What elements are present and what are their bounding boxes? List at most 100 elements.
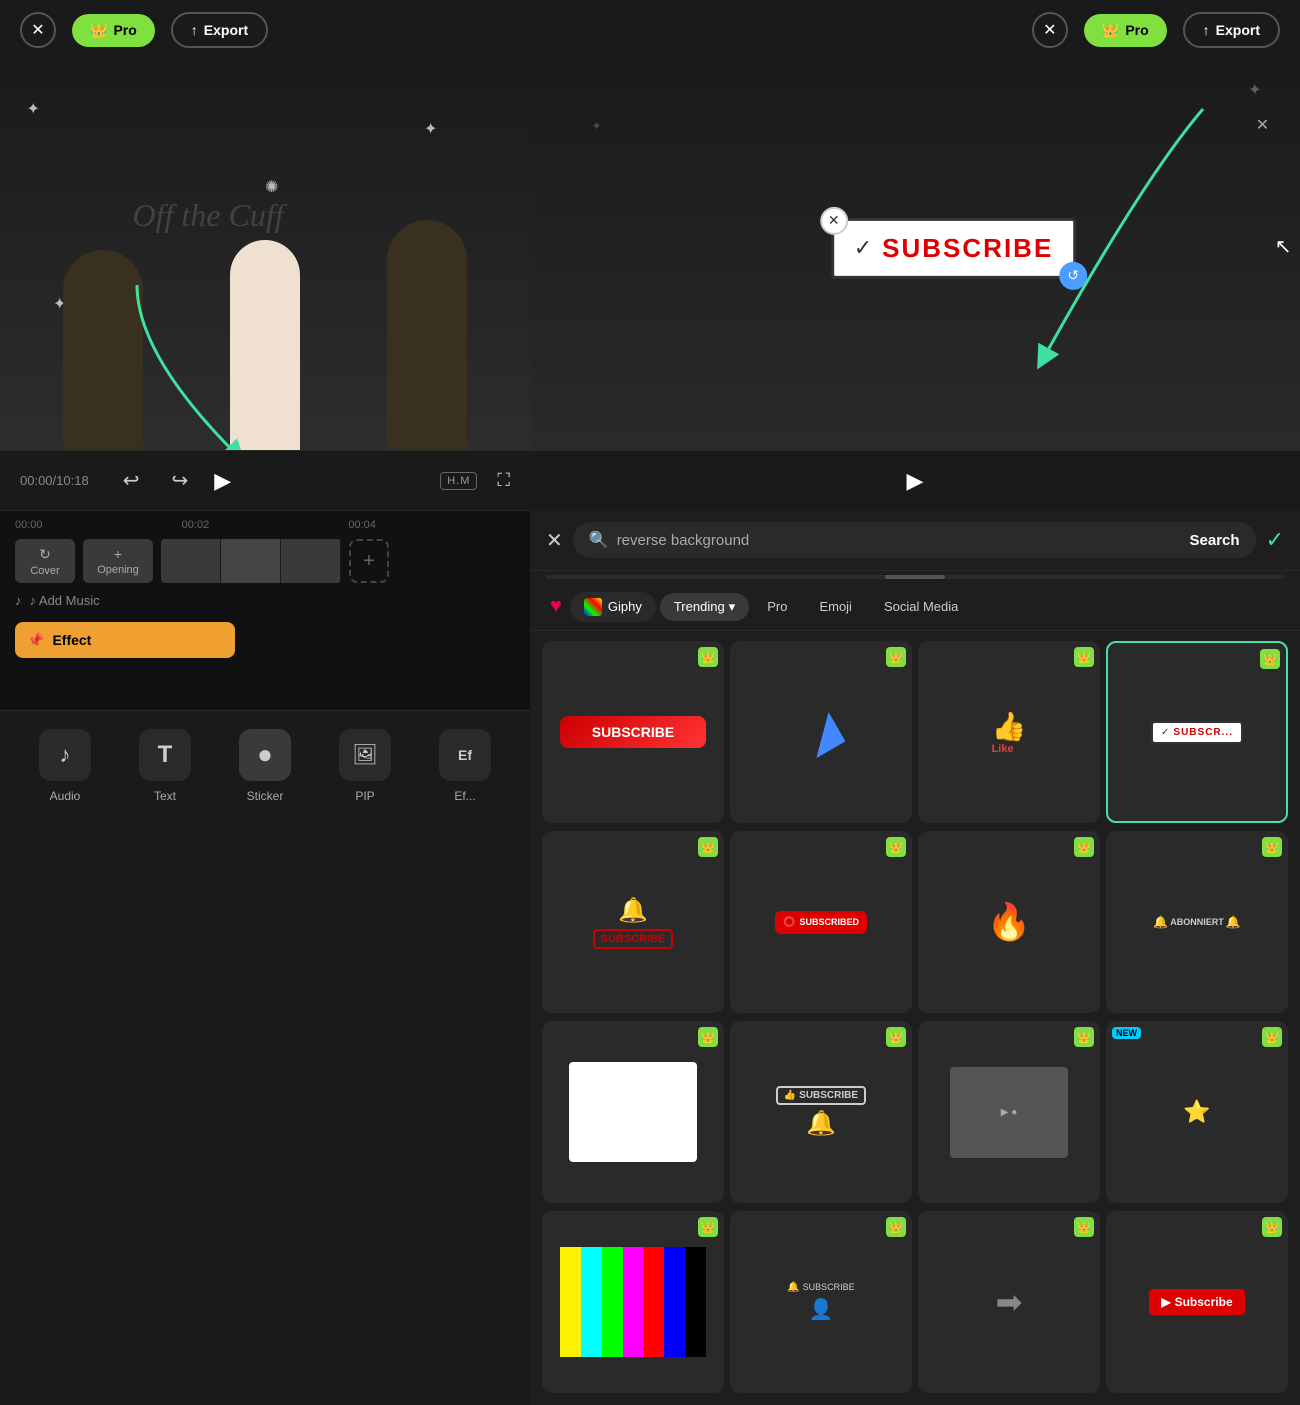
bar-magenta (623, 1247, 644, 1356)
sticker-item-bell[interactable]: 🔔 SUBSCRIBE 👑 (542, 831, 724, 1013)
tool-sticker[interactable]: ● Sticker (230, 729, 300, 803)
sticker-item-subscribe-btn[interactable]: ▶Subscribe 👑 (1106, 1211, 1288, 1393)
cover-clip[interactable]: ↻ Cover (15, 539, 75, 583)
trending-chevron: ▾ (729, 599, 736, 615)
giphy-label: Giphy (608, 599, 642, 614)
sticker-item-colorbars[interactable]: 👑 (542, 1211, 724, 1393)
top-bar-left: ✕ 👑 Pro ↑ Export (20, 12, 1016, 48)
controls-bar-right: ▶ (530, 450, 1300, 510)
effect-tool-icon: Ef (439, 729, 491, 781)
main-area: ✦ ✦ ✦ ✦ ✺ Off the Cuff (0, 60, 1300, 1405)
sticker-colorbar-content (560, 1247, 706, 1356)
export-label-right: Export (1216, 22, 1260, 38)
sticker-icon: ● (239, 729, 291, 781)
bar-cyan (581, 1247, 602, 1356)
pro-button-left[interactable]: 👑 Pro (72, 14, 155, 47)
subscribe-resize-handle[interactable]: ↺ (1059, 262, 1087, 290)
undo-button[interactable]: ↩ (117, 462, 146, 499)
sticker-subscribe-outline-content: ✓ SUBSCR... (1151, 721, 1243, 744)
sticker-bell-content: 🔔 SUBSCRIBE (593, 896, 674, 949)
cursor-arrow: ↖ (1275, 234, 1292, 259)
timeline-ruler: 00:00 00:02 00:04 (0, 519, 530, 531)
sticker-item-like[interactable]: 👍 Like 👑 (918, 641, 1100, 823)
effect-track[interactable]: 📌 Effect (15, 622, 235, 658)
sticker-item-person[interactable]: 🔔 SUBSCRIBE 👤 👑 (730, 1211, 912, 1393)
sticker-panel: ✕ 🔍 Search ✓ ♥ Giphy Tr (530, 510, 1300, 1405)
sticker-item-new[interactable]: NEW ⭐ 👑 (1106, 1021, 1288, 1203)
trending-tab[interactable]: Trending ▾ (660, 593, 749, 621)
bar-blue (664, 1247, 685, 1356)
add-music-label: ♪ Add Music (30, 593, 100, 608)
text-icon: T (139, 729, 191, 781)
giphy-tab[interactable]: Giphy (570, 592, 656, 622)
social-media-tab[interactable]: Social Media (870, 593, 972, 620)
sticker-item-ring[interactable]: 👍 SUBSCRIBE 🔔 👑 (730, 1021, 912, 1203)
sticker-item-abonniert[interactable]: 🔔 ABONNIERT 🔔 👑 (1106, 831, 1288, 1013)
tool-text[interactable]: T Text (130, 729, 200, 803)
subscribe-close-button[interactable]: ✕ (820, 207, 848, 235)
close-button-right[interactable]: ✕ (1032, 12, 1068, 48)
pro-icon-left: 👑 (90, 22, 107, 39)
close-search-button[interactable]: ✕ (546, 528, 563, 553)
controls-bar-left: 00:00/10:18 ↩ ↪ ▶ H.M ⛶ (0, 450, 530, 510)
effect-track-row: 📌 Effect (15, 618, 515, 662)
search-input[interactable] (617, 532, 1182, 549)
play-button-left[interactable]: ▶ (214, 468, 231, 494)
bar-black (685, 1247, 706, 1356)
favorites-tab[interactable]: ♥ (546, 591, 566, 622)
timeline-area: 00:00 00:02 00:04 ↻ Cover + Opening (0, 510, 530, 710)
export-button-right[interactable]: ↑ Export (1183, 12, 1280, 48)
tool-audio[interactable]: ♪ Audio (30, 729, 100, 803)
sticker-item-dark[interactable]: ▶ ● 👑 (918, 1021, 1100, 1203)
sticker-fire-content: 🔥 (987, 901, 1032, 943)
sticker-item-cursor[interactable]: ◢ 👑 (730, 641, 912, 823)
subscribe-overlay[interactable]: ✓ SUBSCRIBE ✕ ↺ (831, 218, 1077, 279)
search-button[interactable]: Search (1190, 532, 1240, 549)
add-music-row[interactable]: ♪ ♪ Add Music (15, 589, 515, 612)
sticker-ring-content: 👍 SUBSCRIBE 🔔 (776, 1086, 866, 1138)
sticker-new-content: ⭐ (1183, 1099, 1210, 1125)
right-panel: ✦ ✦ ✕ ✓ SUBSCRIBE ✕ ↺ ↖ (530, 60, 1300, 1405)
pro-crown-7: 👑 (1074, 837, 1094, 857)
pro-tab[interactable]: Pro (753, 593, 801, 620)
expand-button[interactable]: ⛶ (497, 470, 510, 491)
category-tabs: ♥ Giphy Trending ▾ Pro Emoji Social Medi… (530, 583, 1300, 631)
export-button-left[interactable]: ↑ Export (171, 12, 268, 48)
close-button-left[interactable]: ✕ (20, 12, 56, 48)
track-row-video: ↻ Cover + Opening + (15, 539, 515, 583)
sticker-item-subscribed[interactable]: ⭕ SUBSCRIBED 👑 (730, 831, 912, 1013)
sticker-item-fire[interactable]: 🔥 👑 (918, 831, 1100, 1013)
pro-crown-11: 👑 (1074, 1027, 1094, 1047)
tool-pip[interactable]: 🖼 PIP (330, 729, 400, 803)
add-clip-button[interactable]: + (349, 539, 389, 583)
opening-clip[interactable]: + Opening (83, 539, 153, 583)
play-button-right[interactable]: ▶ (907, 468, 924, 494)
tool-effect[interactable]: Ef Ef... (430, 729, 500, 803)
pro-crown-2: 👑 (886, 647, 906, 667)
interview-scene: ✦ ✦ ✦ ✦ ✺ Off the Cuff (0, 60, 530, 450)
pro-crown-12: 👑 (1262, 1027, 1282, 1047)
effect-pin-icon: 📌 (27, 632, 44, 649)
top-bar: ✕ 👑 Pro ↑ Export ✕ 👑 Pro ↑ Export (0, 0, 1300, 60)
export-icon-right: ↑ (1203, 22, 1210, 38)
pro-button-right[interactable]: 👑 Pro (1084, 14, 1167, 47)
pro-crown-10: 👑 (886, 1027, 906, 1047)
sticker-item-whitebox[interactable]: 👑 (542, 1021, 724, 1203)
subscribe-text: SUBSCRIBE (882, 233, 1053, 264)
pro-crown-9: 👑 (698, 1027, 718, 1047)
sticker-cursor-content: ◢ (794, 701, 849, 762)
sticker-whitebox-content (569, 1062, 696, 1162)
video-clip[interactable] (161, 539, 341, 583)
left-panel: ✦ ✦ ✦ ✦ ✺ Off the Cuff (0, 60, 530, 1405)
sticker-item-subscribe-red[interactable]: SUBSCRIBE 👑 (542, 641, 724, 823)
sticker-item-subscribe-outline[interactable]: ✓ SUBSCR... 👑 (1106, 641, 1288, 823)
emoji-tab[interactable]: Emoji (805, 593, 866, 620)
ruler-time-2: 00:02 (182, 519, 349, 531)
redo-button[interactable]: ↪ (165, 462, 194, 499)
sticker-like-content: 👍 Like (992, 710, 1027, 755)
sparkle-right-1: ✦ (1248, 80, 1261, 100)
confirm-button[interactable]: ✓ (1266, 527, 1284, 553)
sticker-item-arrow[interactable]: ➡ 👑 (918, 1211, 1100, 1393)
add-music-icon: ♪ (15, 593, 22, 608)
pro-icon-right: 👑 (1102, 22, 1119, 39)
